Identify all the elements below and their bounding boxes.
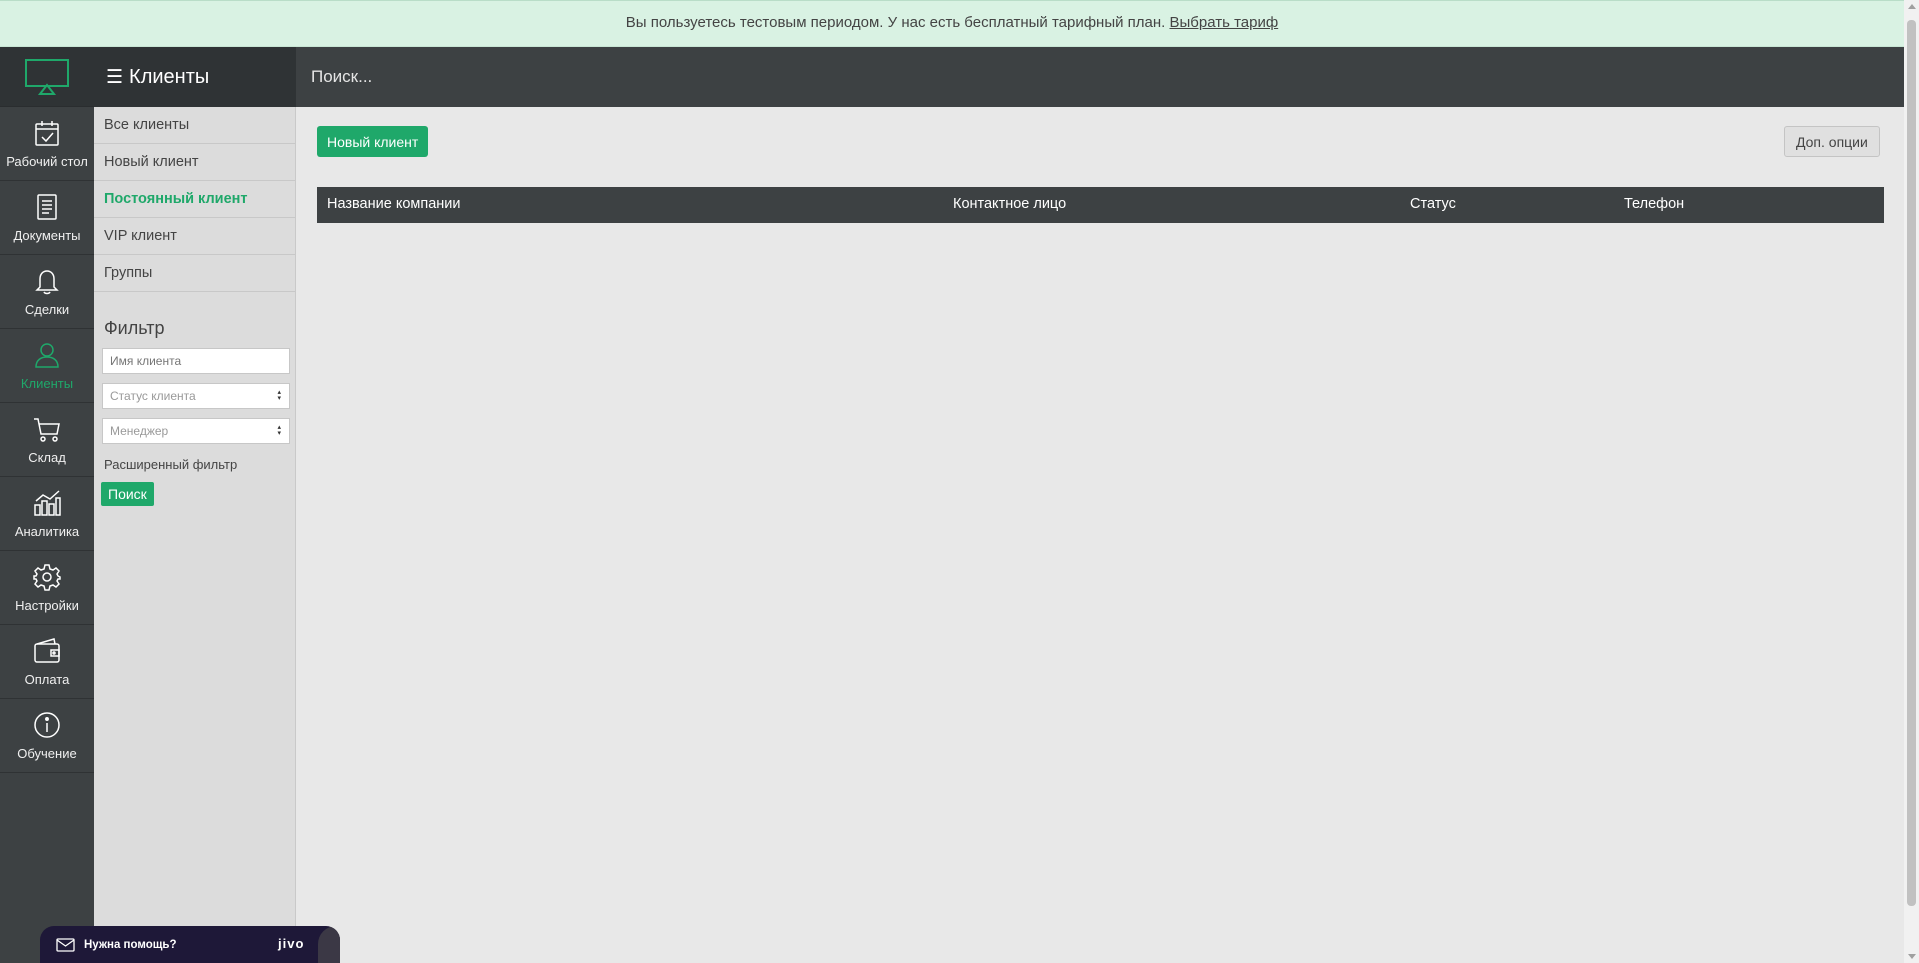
nav-item-payment[interactable]: Оплата (0, 625, 94, 699)
nav-label: Клиенты (20, 376, 74, 391)
sidebar-item-all-clients[interactable]: Все клиенты (94, 107, 295, 144)
user-icon (35, 343, 59, 368)
document-icon (37, 194, 57, 220)
module-title: Клиенты (129, 65, 210, 88)
column-header-contact[interactable]: Контактное лицо (953, 187, 1066, 222)
nav-item-deals[interactable]: Сделки (0, 255, 94, 329)
clients-table-header: Название компании Контактное лицо Статус… (317, 187, 1884, 223)
module-header: ☰ Клиенты (94, 47, 296, 107)
nav-item-learning[interactable]: Обучение (0, 699, 94, 773)
chat-label: Нужна помощь? (84, 939, 177, 951)
client-name-field[interactable] (102, 348, 290, 374)
client-status-select[interactable]: Статус клиента (102, 383, 290, 409)
top-search-bar (296, 47, 1904, 107)
sidebar-item-groups[interactable]: Группы (94, 255, 295, 292)
wallet-icon (34, 638, 60, 663)
nav-label: Рабочий стол (6, 154, 88, 169)
calendar-check-icon (35, 121, 59, 146)
nav-item-desktop[interactable]: Рабочий стол (0, 107, 94, 181)
nav-label: Оплата (24, 672, 70, 687)
nav-label: Склад (28, 450, 66, 465)
column-header-phone[interactable]: Телефон (1624, 187, 1684, 222)
nav-label: Обучение (17, 746, 77, 761)
new-client-button[interactable]: Новый клиент (317, 126, 429, 157)
scroll-up-arrow-icon[interactable] (1908, 4, 1916, 9)
envelope-icon (56, 938, 75, 952)
column-header-company[interactable]: Название компании (327, 187, 461, 222)
choose-plan-link[interactable]: Выбрать тариф (1170, 14, 1279, 31)
jivo-logo: jivo (278, 936, 305, 951)
info-icon (34, 712, 60, 738)
nav-label: Настройки (15, 598, 79, 613)
app-logo[interactable] (0, 47, 94, 107)
sidebar-item-new-client[interactable]: Новый клиент (94, 144, 295, 181)
bell-icon (35, 270, 59, 295)
nav-item-warehouse[interactable]: Склад (0, 403, 94, 477)
cart-icon (34, 418, 60, 442)
nav-label: Аналитика (14, 524, 80, 539)
scroll-thumb[interactable] (1907, 20, 1916, 906)
filter-title: Фильтр (104, 318, 165, 338)
nav-item-documents[interactable]: Документы (0, 181, 94, 255)
menu-icon[interactable]: ☰ (106, 66, 123, 89)
nav-item-settings[interactable]: Настройки (0, 551, 94, 625)
sidebar-item-regular-client[interactable]: Постоянный клиент (94, 181, 295, 218)
main-nav-rail: Рабочий стол Документы Сделки Клиенты Ск… (0, 47, 94, 963)
clients-sidebar: Все клиенты Новый клиент Постоянный клие… (94, 107, 296, 963)
trial-banner: Вы пользуетесь тестовым периодом. У нас … (0, 0, 1904, 47)
filter-search-button[interactable]: Поиск (101, 482, 154, 506)
column-header-status[interactable]: Статус (1410, 187, 1456, 222)
more-options-button[interactable]: Доп. опции (1784, 126, 1880, 157)
nav-item-analytics[interactable]: Аналитика (0, 477, 94, 551)
sidebar-item-vip-client[interactable]: VIP клиент (94, 218, 295, 255)
manager-select[interactable]: Менеджер (102, 418, 290, 444)
global-search-input[interactable] (311, 67, 911, 87)
nav-label: Сделки (24, 302, 70, 317)
scroll-down-arrow-icon[interactable] (1908, 954, 1916, 959)
advanced-filter-link[interactable]: Расширенный фильтр (104, 457, 295, 472)
trial-banner-text: Вы пользуетесь тестовым периодом. У нас … (625, 14, 1166, 31)
monitor-logo-icon (25, 58, 69, 95)
nav-label: Документы (13, 228, 81, 243)
help-chat-widget[interactable]: Нужна помощь? jivo (40, 926, 340, 963)
nav-item-clients[interactable]: Клиенты (0, 329, 94, 403)
page-scrollbar[interactable] (1904, 0, 1919, 963)
bar-chart-icon (34, 490, 61, 516)
chat-corner-decoration (318, 926, 340, 963)
gear-icon (33, 564, 61, 591)
